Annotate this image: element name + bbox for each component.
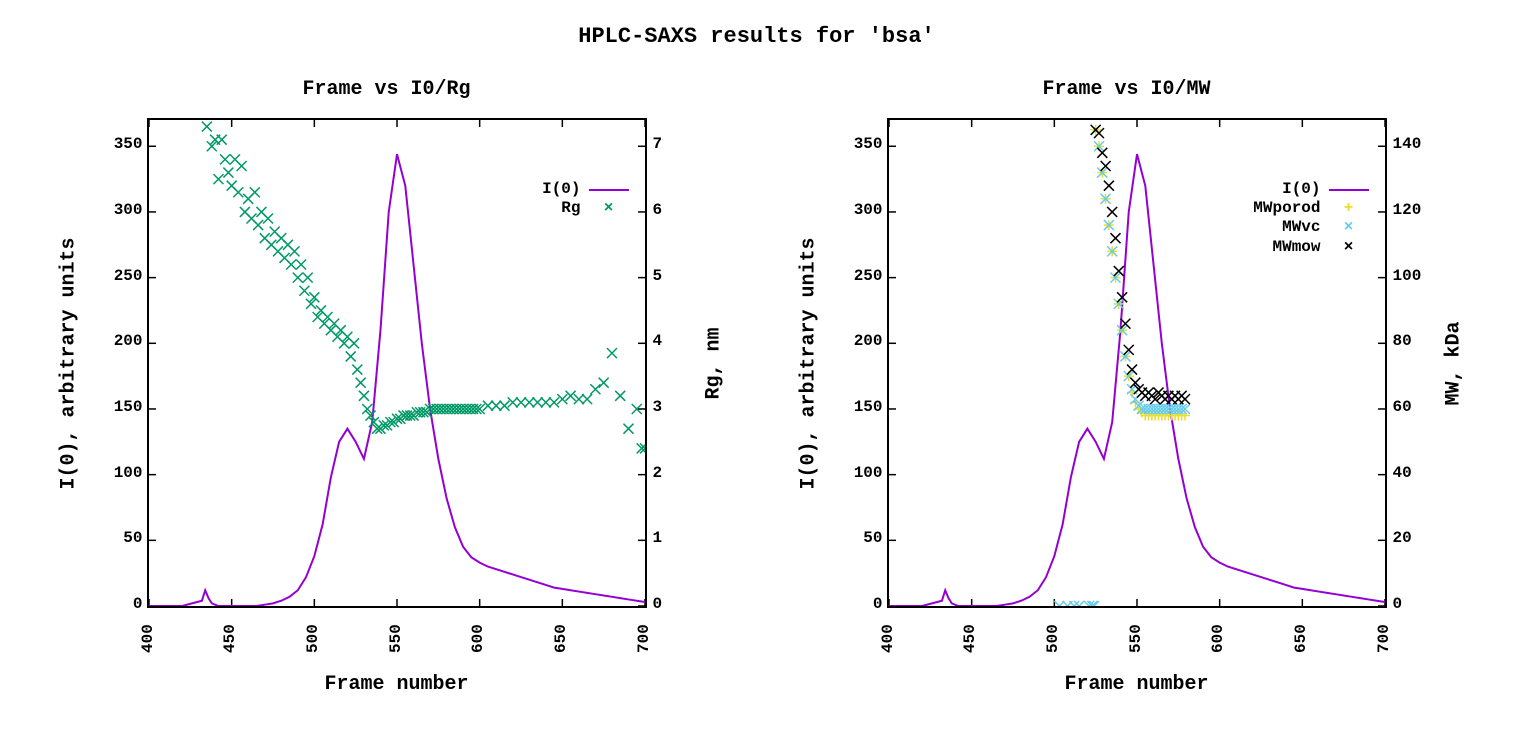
ytick: 0	[1393, 596, 1443, 612]
xticks-0: 400450500550600650700	[147, 613, 647, 663]
xticks-1: 400450500550600650700	[887, 613, 1387, 663]
xtick: 450	[961, 624, 979, 653]
ytick: 4	[653, 333, 703, 349]
line-icon	[589, 189, 629, 191]
legend-row: MWvc ×	[1253, 218, 1368, 237]
legend-row: I(0)	[1253, 180, 1368, 199]
xtick: 700	[1375, 624, 1393, 653]
ytick: 0	[837, 596, 883, 612]
ylabel-left-1: I(0), arbitrary units	[795, 118, 825, 608]
ytick: 140	[1393, 136, 1443, 152]
ytick: 100	[1393, 268, 1443, 284]
yticks-right-0: 01234567	[653, 118, 703, 608]
xtick: 650	[552, 624, 570, 653]
chart-title-left: Frame vs I0/Rg	[17, 78, 757, 101]
ytick: 120	[1393, 202, 1443, 218]
ytick: 250	[97, 268, 143, 284]
ytick: 300	[837, 202, 883, 218]
ytick: 6	[653, 202, 703, 218]
ytick: 5	[653, 268, 703, 284]
xtick: 600	[469, 624, 487, 653]
xtick: 600	[1209, 624, 1227, 653]
xtick: 650	[1292, 624, 1310, 653]
ytick: 80	[1393, 333, 1443, 349]
line-icon	[1329, 189, 1369, 191]
ylabel-left-0: I(0), arbitrary units	[55, 118, 85, 608]
legend-row: I(0)	[542, 180, 628, 199]
plot-left: I(0) Rg ×	[147, 118, 647, 608]
xtick: 400	[879, 624, 897, 653]
ytick: 150	[97, 399, 143, 415]
xtick: 450	[221, 624, 239, 653]
ytick: 20	[1393, 530, 1443, 546]
ytick: 0	[653, 596, 703, 612]
legend-row: MWmow ×	[1253, 238, 1368, 257]
chart-title-right: Frame vs I0/MW	[757, 78, 1497, 101]
ytick: 100	[97, 465, 143, 481]
ytick: 50	[837, 530, 883, 546]
yticks-right-1: 020406080100120140	[1393, 118, 1443, 608]
yticks-left-1: 050100150200250300350	[837, 118, 883, 608]
xlabel-1: Frame number	[887, 673, 1387, 696]
ytick: 200	[837, 333, 883, 349]
plus-icon: +	[1329, 199, 1369, 218]
ytick: 150	[837, 399, 883, 415]
ytick: 250	[837, 268, 883, 284]
cross-icon: ×	[1329, 218, 1369, 237]
xtick: 500	[1044, 624, 1062, 653]
ytick: 50	[97, 530, 143, 546]
ytick: 300	[97, 202, 143, 218]
legend-left: I(0) Rg ×	[542, 180, 628, 218]
ytick: 100	[837, 465, 883, 481]
legend-right: I(0) MWporod + MWvc × MWmow ×	[1253, 180, 1368, 257]
ytick: 1	[653, 530, 703, 546]
ytick: 3	[653, 399, 703, 415]
plot-right: I(0) MWporod + MWvc × MWmow ×	[887, 118, 1387, 608]
ytick: 60	[1393, 399, 1443, 415]
yticks-left-0: 050100150200250300350	[97, 118, 143, 608]
xtick: 550	[387, 624, 405, 653]
legend-row: MWporod +	[1253, 199, 1368, 218]
cross-icon: ×	[1329, 238, 1369, 257]
xtick: 550	[1127, 624, 1145, 653]
page: HPLC-SAXS results for 'bsa' Frame vs I0/…	[0, 0, 1513, 742]
ytick: 7	[653, 136, 703, 152]
ytick: 350	[97, 136, 143, 152]
panel-right: Frame vs I0/MW I(0), arbitrary units MW,…	[757, 68, 1497, 708]
ytick: 40	[1393, 465, 1443, 481]
ytick: 350	[837, 136, 883, 152]
ylabel-right-0: Rg, nm	[699, 118, 729, 608]
panels: Frame vs I0/Rg I(0), arbitrary units Rg,…	[0, 68, 1513, 708]
cross-icon: ×	[589, 199, 629, 218]
ytick: 2	[653, 465, 703, 481]
main-title: HPLC-SAXS results for 'bsa'	[0, 24, 1513, 49]
panel-left: Frame vs I0/Rg I(0), arbitrary units Rg,…	[17, 68, 757, 708]
ytick: 0	[97, 596, 143, 612]
ytick: 200	[97, 333, 143, 349]
xtick: 500	[304, 624, 322, 653]
legend-row: Rg ×	[542, 199, 628, 218]
xlabel-0: Frame number	[147, 673, 647, 696]
ylabel-right-1: MW, kDa	[1439, 118, 1469, 608]
xtick: 700	[635, 624, 653, 653]
xtick: 400	[139, 624, 157, 653]
